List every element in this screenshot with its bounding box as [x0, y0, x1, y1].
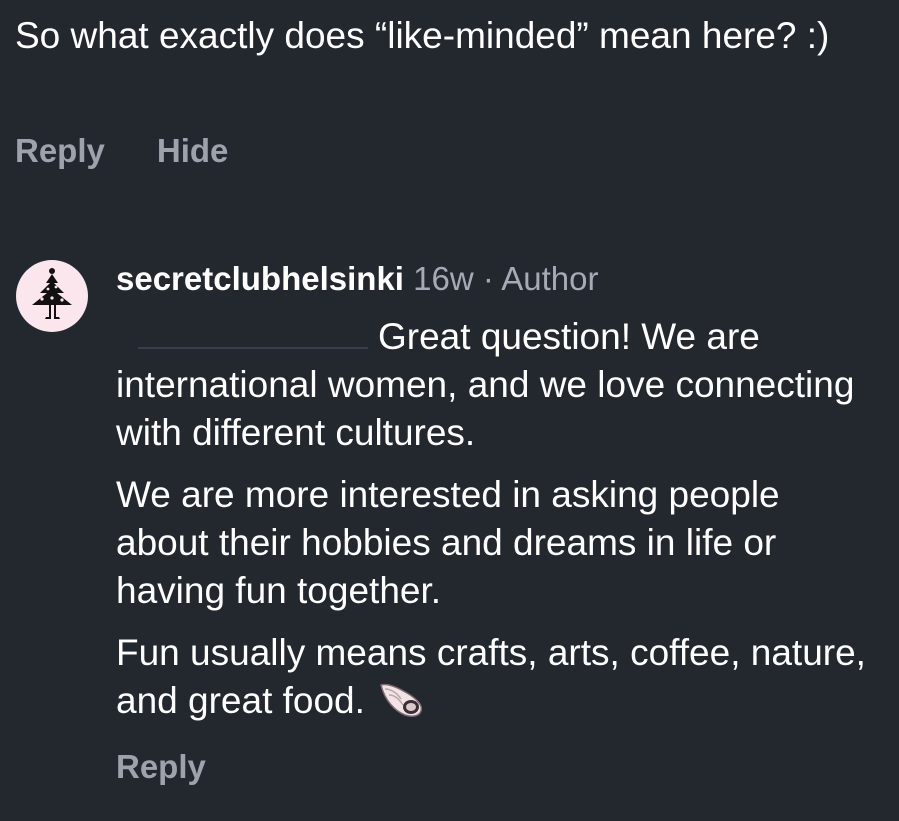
reply-body: Great question! We are international wom… — [116, 313, 876, 731]
comment-thread: So what exactly does “like-minded” mean … — [0, 0, 899, 821]
author-badge: Author — [501, 260, 599, 297]
spiral-shell-icon — [377, 679, 425, 731]
reply-actions: Reply — [116, 748, 206, 786]
reply-paragraph-1: Great question! We are international wom… — [116, 316, 855, 453]
reply-to-author-button[interactable]: Reply — [116, 748, 206, 785]
reply-paragraph-3-text: Fun usually means crafts, arts, coffee, … — [116, 632, 866, 721]
reply-header: secretclubhelsinki 16w · Author — [116, 258, 876, 300]
redacted-mention — [138, 347, 368, 349]
avatar[interactable] — [16, 260, 88, 332]
hide-button[interactable]: Hide — [157, 132, 229, 170]
author-reply: secretclubhelsinki 16w · Author Great qu… — [116, 258, 876, 745]
parent-comment-text: So what exactly does “like-minded” mean … — [15, 15, 830, 56]
reply-paragraph-2: We are more interested in asking people … — [116, 474, 780, 611]
username-link[interactable]: secretclubhelsinki — [116, 260, 404, 297]
parent-comment-actions: Reply Hide — [15, 132, 228, 170]
tree-figure-logo-icon — [32, 268, 72, 319]
meta-separator: · — [482, 260, 494, 297]
reply-age: 16w — [413, 260, 474, 297]
reply-paragraph-3: Fun usually means crafts, arts, coffee, … — [116, 629, 876, 731]
reply-button[interactable]: Reply — [15, 132, 105, 170]
